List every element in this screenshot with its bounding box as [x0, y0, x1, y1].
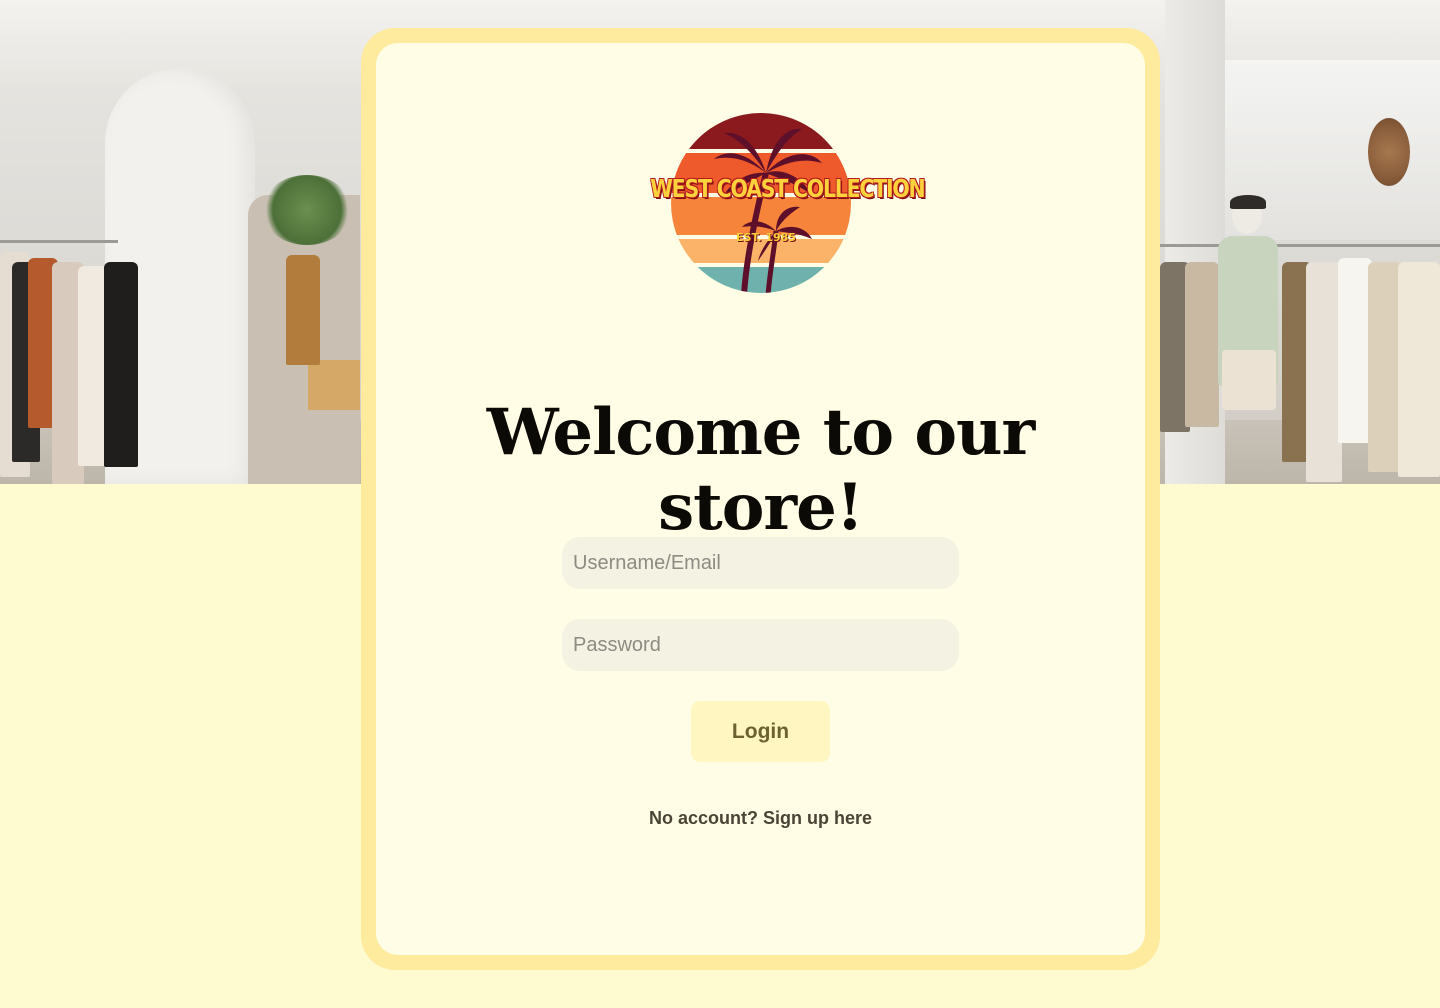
- page-title: Welcome to our store!: [486, 395, 1036, 545]
- password-input[interactable]: [562, 619, 959, 671]
- store-logo: WEST COAST COLLECTION EST. 1985: [626, 111, 926, 295]
- mannequin-skirt: [1222, 350, 1276, 410]
- logo-established: EST. 1985: [736, 231, 796, 244]
- login-button[interactable]: Login: [691, 701, 830, 762]
- login-card: WEST COAST COLLECTION EST. 1985 Welcome …: [376, 43, 1145, 955]
- username-email-input[interactable]: [562, 537, 959, 589]
- wooden-shelf: [308, 360, 360, 410]
- clothing-rail-right: [1160, 244, 1440, 247]
- palm-sunset-icon: [671, 113, 851, 293]
- clothing-rail-left: [0, 240, 118, 243]
- round-wall-decor: [1368, 118, 1410, 186]
- garment: [1306, 262, 1342, 482]
- signup-link[interactable]: No account? Sign up here: [376, 808, 1145, 829]
- garment: [1368, 262, 1402, 472]
- garment: [286, 255, 320, 365]
- garment: [1338, 258, 1372, 443]
- garment: [104, 262, 138, 467]
- mannequin-hat: [1230, 195, 1266, 209]
- garment: [1398, 262, 1440, 477]
- login-card-border: WEST COAST COLLECTION EST. 1985 Welcome …: [361, 28, 1160, 970]
- logo-wordmark: WEST COAST COLLECTION: [650, 174, 925, 203]
- garment: [1185, 262, 1219, 427]
- plant: [262, 175, 352, 245]
